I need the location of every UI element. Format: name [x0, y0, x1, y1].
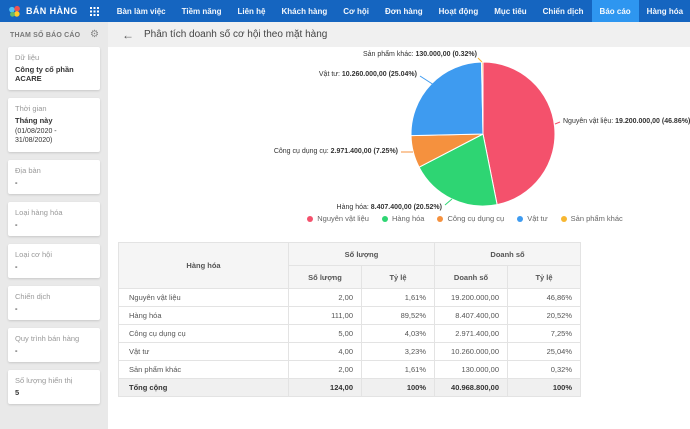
- gear-icon[interactable]: ⚙: [90, 30, 99, 40]
- nav-item-khach-hang[interactable]: Khách hàng: [274, 0, 336, 22]
- legend-label: Công cụ dụng cụ: [447, 214, 504, 223]
- pie-chart: Sản phẩm khác: 130.000,00 (0.32%) Vật tư…: [108, 47, 690, 237]
- summary-table: Hàng hóa Số lượng Doanh số Số lượng Tỷ l…: [118, 242, 581, 397]
- legend-dot: [561, 216, 567, 222]
- param-card-quy-trinh[interactable]: Quy trình bán hàng -: [8, 328, 100, 362]
- nav-item-chien-dich[interactable]: Chiến dịch: [535, 0, 592, 22]
- legend-label: Nguyên vật liệu: [317, 214, 369, 223]
- nav-item-don-hang[interactable]: Đơn hàng: [377, 0, 431, 22]
- page-header: ← Phân tích doanh số cơ hội theo mặt hàn…: [108, 22, 690, 47]
- param-label: Loại cơ hội: [15, 250, 93, 259]
- main-nav: Bàn làm việc Tiềm năng Liên hệ Khách hàn…: [109, 0, 690, 22]
- param-value: -: [15, 220, 93, 229]
- callout-cong-cu-dung-cu: Công cụ dụng cụ: 2.971.400,00 (7.25%): [274, 147, 398, 156]
- legend-label: Hàng hóa: [392, 214, 425, 223]
- param-card-du-lieu[interactable]: Dữ liệu Công ty cổ phần ACARE: [8, 47, 100, 90]
- nav-item-co-hoi[interactable]: Cơ hội: [335, 0, 377, 22]
- col-header-revenue-ratio: Tỷ lệ: [508, 266, 581, 289]
- param-card-thoi-gian[interactable]: Thời gian Tháng này (01/08/2020 - 31/08/…: [8, 98, 100, 152]
- table-header-group-row: Hàng hóa Số lượng Doanh số: [119, 243, 581, 266]
- param-value: Tháng này: [15, 116, 93, 125]
- legend-dot: [382, 216, 388, 222]
- param-label: Quy trình bán hàng: [15, 334, 93, 343]
- col-header-quantity-ratio: Tỷ lệ: [362, 266, 435, 289]
- col-header-quantity: Số lượng: [289, 266, 362, 289]
- table-row: Nguyên vật liệu 2,00 1,61% 19.200.000,00…: [119, 289, 581, 307]
- param-card-dia-ban[interactable]: Địa bàn -: [8, 160, 100, 194]
- app-launcher-icon[interactable]: [84, 0, 109, 22]
- chart-legend: Nguyên vật liệu Hàng hóa Công cụ dụng cụ…: [174, 214, 690, 223]
- param-value: -: [15, 262, 93, 271]
- legend-item-san-pham-khac[interactable]: Sản phẩm khác: [561, 214, 623, 223]
- table-row: Sản phẩm khác 2,00 1,61% 130.000,00 0,32…: [119, 361, 581, 379]
- callout-vat-tu: Vật tư: 10.260.000,00 (25.04%): [319, 70, 417, 79]
- legend-label: Vật tư: [527, 214, 547, 223]
- nav-item-muc-tieu[interactable]: Mục tiêu: [486, 0, 534, 22]
- param-card-so-luong-hien-thi[interactable]: Số lượng hiển thị 5: [8, 370, 100, 404]
- param-value: 5: [15, 388, 93, 397]
- app-brand[interactable]: BÁN HÀNG: [0, 0, 84, 22]
- param-label: Chiến dịch: [15, 292, 93, 301]
- col-header-product: Hàng hóa: [119, 243, 289, 289]
- param-label: Loại hàng hóa: [15, 208, 93, 217]
- nav-item-lien-he[interactable]: Liên hệ: [229, 0, 273, 22]
- table-total-row: Tổng cộng 124,00 100% 40.968.800,00 100%: [119, 379, 581, 397]
- nav-item-tiem-nang[interactable]: Tiềm năng: [174, 0, 230, 22]
- callout-line-san-pham-khac: [478, 58, 482, 62]
- legend-dot: [437, 216, 443, 222]
- callout-line-hang-hoa: [445, 199, 452, 205]
- param-label: Địa bàn: [15, 166, 93, 175]
- param-card-chien-dich[interactable]: Chiến dịch -: [8, 286, 100, 320]
- callout-san-pham-khac: Sản phẩm khác: 130.000,00 (0.32%): [363, 50, 477, 59]
- pie-slice-1[interactable]: [483, 62, 555, 205]
- param-date-range: (01/08/2020 - 31/08/2020): [15, 127, 93, 145]
- param-value: Công ty cổ phần ACARE: [15, 65, 93, 83]
- nav-item-bao-cao[interactable]: Báo cáo: [592, 0, 639, 22]
- report-params-sidebar: THAM SỐ BÁO CÁO ⚙ Dữ liệu Công ty cổ phầ…: [0, 22, 108, 429]
- param-label: Dữ liệu: [15, 53, 93, 62]
- table-row: Hàng hóa 111,00 89,52% 8.407.400,00 20,5…: [119, 307, 581, 325]
- callout-hang-hoa: Hàng hóa: 8.407.400,00 (20.52%): [337, 203, 442, 212]
- legend-dot: [307, 216, 313, 222]
- legend-label: Sản phẩm khác: [571, 214, 623, 223]
- param-value: -: [15, 304, 93, 313]
- table-row: Công cụ dụng cụ 5,00 4,03% 2.971.400,00 …: [119, 325, 581, 343]
- param-value: -: [15, 178, 93, 187]
- table-row: Vật tư 4,00 3,23% 10.260.000,00 25,04%: [119, 343, 581, 361]
- top-navigation-bar: BÁN HÀNG Bàn làm việc Tiềm năng Liên hệ …: [0, 0, 690, 22]
- back-arrow-icon[interactable]: ←: [122, 29, 134, 41]
- col-group-quantity: Số lượng: [289, 243, 435, 266]
- app-logo: [8, 5, 21, 18]
- callout-line-nguyen-vat-lieu: [555, 122, 560, 124]
- legend-item-nguyen-vat-lieu[interactable]: Nguyên vật liệu: [307, 214, 369, 223]
- legend-item-hang-hoa[interactable]: Hàng hóa: [382, 214, 425, 223]
- col-header-revenue: Doanh số: [435, 266, 508, 289]
- legend-dot: [517, 216, 523, 222]
- nav-item-hang-hoa[interactable]: Hàng hóa: [639, 0, 690, 22]
- pie-slice-4[interactable]: [411, 62, 483, 136]
- legend-item-vat-tu[interactable]: Vật tư: [517, 214, 547, 223]
- param-label: Số lượng hiển thị: [15, 376, 93, 385]
- param-card-loai-co-hoi[interactable]: Loại cơ hội -: [8, 244, 100, 278]
- legend-item-cong-cu-dung-cu[interactable]: Công cụ dụng cụ: [437, 214, 504, 223]
- nav-item-hoat-dong[interactable]: Hoạt động: [431, 0, 487, 22]
- param-label: Thời gian: [15, 104, 93, 113]
- param-card-loai-hang-hoa[interactable]: Loại hàng hóa -: [8, 202, 100, 236]
- page-title: Phân tích doanh số cơ hội theo mặt hàng: [144, 29, 327, 40]
- sidebar-title: THAM SỐ BÁO CÁO: [10, 32, 80, 39]
- app-title: BÁN HÀNG: [26, 6, 78, 16]
- sidebar-header: THAM SỐ BÁO CÁO ⚙: [0, 22, 108, 47]
- param-value: -: [15, 346, 93, 355]
- col-group-revenue: Doanh số: [435, 243, 581, 266]
- main-content: Sản phẩm khác: 130.000,00 (0.32%) Vật tư…: [108, 47, 690, 429]
- callout-line-vat-tu: [420, 76, 434, 85]
- nav-item-ban-lam-viec[interactable]: Bàn làm việc: [109, 0, 174, 22]
- callout-nguyen-vat-lieu: Nguyên vật liệu: 19.200.000,00 (46.86%): [563, 117, 690, 126]
